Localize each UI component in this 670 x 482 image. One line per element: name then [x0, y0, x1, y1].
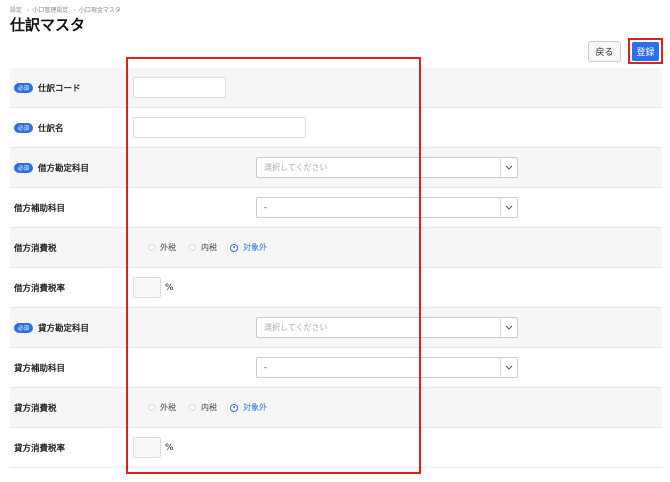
journal-form: 必須 仕訳コード 必須 仕訳名 必須 借方勘定科目 選択してください 借方補助科目 -…: [10, 68, 662, 468]
chevron-down-icon[interactable]: [500, 358, 517, 377]
row-debit-tax: 借方消費税 外税 内税 対象外: [10, 228, 662, 268]
row-journal-code: 必須 仕訳コード: [10, 68, 662, 108]
register-button-highlight: 登録: [628, 38, 663, 64]
radio-icon[interactable]: [189, 244, 196, 251]
radio-selected-icon[interactable]: [230, 243, 238, 252]
row-credit-account: 必須 貸方勘定科目 選択してください: [10, 308, 662, 348]
credit-tax-radio-group: 外税 内税 対象外: [148, 402, 280, 413]
chevron-down-icon[interactable]: [500, 318, 517, 337]
breadcrumb: 設定 › 小口管理設定 › 小口現金マスタ: [10, 5, 123, 14]
required-badge: 必須: [14, 322, 34, 333]
breadcrumb-item-petty-cash-master: 小口現金マスタ: [78, 7, 121, 14]
radio-tax-inclusive[interactable]: 内税: [189, 402, 217, 413]
debit-tax-rate-input[interactable]: [133, 277, 161, 298]
radio-tax-exclusive[interactable]: 外税: [148, 402, 176, 413]
row-debit-tax-rate: 借方消費税率 %: [10, 268, 662, 308]
chevron-down-icon[interactable]: [500, 198, 517, 217]
chevron-right-icon: ›: [27, 7, 30, 14]
row-journal-name: 必須 仕訳名: [10, 108, 662, 148]
required-badge: 必須: [14, 162, 34, 173]
row-credit-tax: 貸方消費税 外税 内税 対象外: [10, 388, 662, 428]
field-label: 必須 貸方勘定科目: [10, 322, 133, 334]
field-label: 貸方消費税率: [14, 443, 66, 454]
row-debit-sub-account: 借方補助科目 -: [10, 188, 662, 228]
field-label: 必須 借方勘定科目: [10, 162, 133, 174]
journal-name-input[interactable]: [133, 117, 306, 138]
debit-tax-radio-group: 外税 内税 対象外: [148, 242, 280, 253]
breadcrumb-item-petty-cash-settings[interactable]: 小口管理設定: [32, 7, 68, 14]
field-label: 必須 仕訳名: [10, 122, 133, 134]
row-credit-tax-rate: 貸方消費税率 %: [10, 428, 662, 468]
radio-tax-exclusive[interactable]: 外税: [148, 242, 176, 253]
row-debit-account: 必須 借方勘定科目 選択してください: [10, 148, 662, 188]
debit-sub-account-select[interactable]: -: [256, 197, 518, 218]
radio-icon[interactable]: [148, 244, 155, 251]
field-label: 借方消費税: [14, 243, 57, 254]
radio-icon[interactable]: [148, 404, 155, 411]
debit-tax-rate-field: %: [133, 277, 174, 298]
chevron-down-icon[interactable]: [500, 158, 517, 177]
credit-tax-rate-field: %: [133, 437, 174, 458]
credit-tax-rate-input[interactable]: [133, 437, 161, 458]
field-label: 必須 仕訳コード: [10, 82, 133, 94]
field-label: 借方消費税率: [14, 283, 66, 294]
field-label: 貸方補助科目: [14, 363, 66, 374]
radio-tax-inclusive[interactable]: 内税: [189, 242, 217, 253]
breadcrumb-item-settings[interactable]: 設定: [10, 7, 22, 14]
register-button[interactable]: 登録: [632, 41, 659, 61]
credit-account-select[interactable]: 選択してください: [256, 317, 518, 338]
radio-tax-exempt[interactable]: 対象外: [230, 242, 267, 253]
required-badge: 必須: [14, 122, 34, 133]
debit-account-select[interactable]: 選択してください: [256, 157, 518, 178]
radio-icon[interactable]: [189, 404, 196, 411]
back-button[interactable]: 戻る: [588, 41, 621, 62]
field-label: 貸方消費税: [14, 403, 57, 414]
radio-tax-exempt[interactable]: 対象外: [230, 402, 267, 413]
page-title: 仕訳マスタ: [10, 16, 86, 34]
field-label: 借方補助科目: [14, 203, 66, 214]
chevron-right-icon: ›: [73, 7, 76, 14]
percent-unit: %: [165, 442, 174, 453]
credit-sub-account-select[interactable]: -: [256, 357, 518, 378]
radio-selected-icon[interactable]: [230, 403, 238, 412]
required-badge: 必須: [14, 82, 34, 93]
journal-code-input[interactable]: [133, 77, 226, 98]
row-credit-sub-account: 貸方補助科目 -: [10, 348, 662, 388]
percent-unit: %: [165, 282, 174, 293]
